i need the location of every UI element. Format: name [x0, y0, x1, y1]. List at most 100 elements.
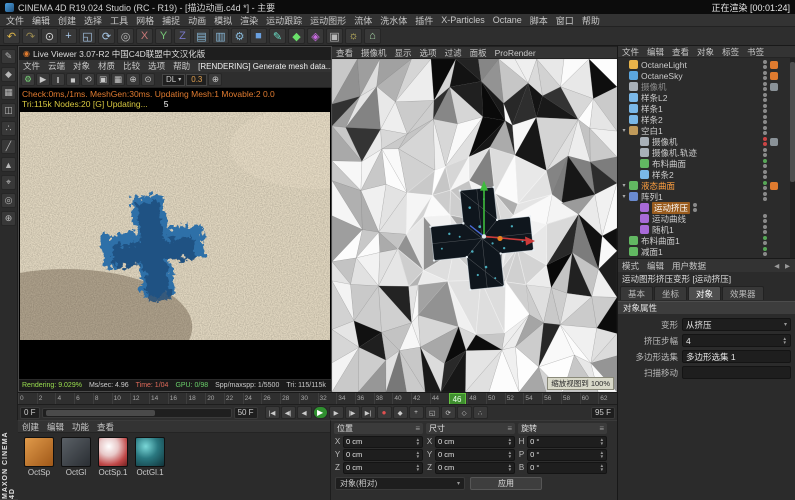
render-settings-icon[interactable]: ⚙ [231, 28, 248, 44]
add-generator-icon[interactable]: ◆ [288, 28, 305, 44]
menu-item[interactable]: 运动图形 [306, 14, 350, 27]
object-tag-icon-2[interactable] [779, 138, 787, 146]
object-row[interactable]: 布料曲面 [618, 158, 795, 169]
editor-dot[interactable] [763, 93, 767, 97]
solo-mode-icon[interactable]: ◎ [1, 193, 16, 208]
autokey-button[interactable]: ◆ [393, 406, 408, 419]
octane-title-bar[interactable]: ◉ Live Viewer 3.07-R2 中国C4D联盟中文汉化版 [19, 47, 331, 60]
object-tag-icon-2[interactable] [779, 237, 787, 245]
editor-dot[interactable] [763, 126, 767, 130]
material-thumbnail[interactable] [98, 437, 128, 467]
spinner-icon[interactable]: ▲▼ [600, 438, 604, 446]
render-dot[interactable] [763, 164, 767, 168]
snap-icon[interactable]: ⊕ [1, 211, 16, 226]
attribute-field[interactable]: 多边形选集 1 ▾ ▲▼ [682, 350, 791, 363]
editor-dot[interactable] [763, 236, 767, 240]
render-dot[interactable] [763, 219, 767, 223]
object-manager-menu-item[interactable]: 书签 [743, 46, 768, 58]
material-thumbnail[interactable] [135, 437, 165, 467]
object-tag-icon-2[interactable] [779, 105, 787, 113]
viewport-menu-item[interactable]: 摄像机 [357, 47, 391, 59]
render-dot[interactable] [763, 230, 767, 234]
expand-toggle-icon[interactable]: ▾ [620, 193, 628, 200]
settings-icon[interactable]: ⚙ [21, 73, 35, 86]
texture-mode-icon[interactable]: ▦ [1, 85, 16, 100]
menu-item[interactable]: 捕捉 [158, 14, 184, 27]
viewport-menu-item[interactable]: 显示 [391, 47, 416, 59]
redo-icon[interactable]: ↷ [22, 28, 39, 44]
object-row[interactable]: 布料曲面1 [618, 235, 795, 246]
stop-icon[interactable]: ■ [66, 73, 80, 86]
expand-toggle-icon[interactable]: ▾ [620, 182, 628, 189]
menu-item[interactable]: 选择 [80, 14, 106, 27]
visibility-dots[interactable] [763, 126, 767, 135]
object-label[interactable]: 减面1 [641, 246, 760, 258]
octane-menu-item[interactable]: 比较 [119, 60, 144, 72]
object-row[interactable]: 样条L2 [618, 92, 795, 103]
tree-scrollbar-thumb[interactable] [790, 62, 795, 182]
dl-dropdown[interactable]: DL▾ [162, 74, 185, 86]
play-icon[interactable]: ▶ [36, 73, 50, 86]
render-dot[interactable] [763, 175, 767, 179]
object-manager-menu-item[interactable]: 编辑 [643, 46, 668, 58]
object-tag-icon[interactable] [770, 72, 778, 80]
points-mode-icon[interactable]: ∴ [1, 121, 16, 136]
octane-menu-item[interactable]: 文件 [19, 60, 44, 72]
object-tag-icon[interactable] [770, 160, 778, 168]
menu-item[interactable]: 脚本 [526, 14, 552, 27]
spinner-icon[interactable]: ▲▼ [600, 451, 604, 459]
keyframe-selection-button[interactable]: ∴ [473, 406, 488, 419]
menu-item[interactable]: 帮助 [578, 14, 604, 27]
object-label[interactable]: 阵列1 [641, 191, 760, 203]
restart-icon[interactable]: ⟲ [81, 73, 95, 86]
octane-menu-item[interactable]: 选项 [144, 60, 169, 72]
object-row[interactable]: 样条1 [618, 103, 795, 114]
preview-range-slider[interactable] [42, 408, 232, 418]
coordinate-field[interactable]: 0 cm▲▼ [435, 449, 515, 461]
visibility-dots[interactable] [763, 137, 767, 146]
object-tag-icon-2[interactable] [779, 116, 787, 124]
editor-dot[interactable] [763, 247, 767, 251]
render-dot[interactable] [763, 98, 767, 102]
octane-menu-item[interactable]: 帮助 [169, 60, 194, 72]
spinner-icon[interactable]: ▲▼ [416, 451, 420, 459]
object-tag-icon-2[interactable] [779, 160, 787, 168]
render-dot[interactable] [693, 208, 697, 212]
editor-dot[interactable] [763, 82, 767, 86]
range-slider-handle[interactable] [46, 410, 155, 416]
add-light-icon[interactable]: ☼ [345, 28, 362, 44]
focus-pick-icon[interactable]: ⊕ [126, 73, 140, 86]
spinner-icon[interactable]: ▲▼ [600, 464, 604, 472]
timeline-ruler[interactable]: 0246810121416182022242628303234363840424… [18, 392, 617, 404]
object-row[interactable]: 摄像机.轨迹 [618, 147, 795, 158]
object-manager-menu-item[interactable]: 对象 [693, 46, 718, 58]
attribute-mode-tab[interactable]: 编辑 [643, 260, 668, 272]
max-frame-field[interactable]: 95 F [591, 407, 615, 419]
object-manager-menu-item[interactable]: 标签 [718, 46, 743, 58]
material-thumbnail[interactable] [24, 437, 54, 467]
spinner-icon[interactable]: ▲▼ [416, 464, 420, 472]
spinner-icon[interactable]: ▲▼ [508, 464, 512, 472]
play-button[interactable]: ▶ [313, 406, 328, 419]
render-picture-icon[interactable]: ▥ [212, 28, 229, 44]
live-selection-icon[interactable]: ⊙ [41, 28, 58, 44]
object-manager-menu-item[interactable]: 文件 [618, 46, 643, 58]
viewport-menu-item[interactable]: 查看 [332, 47, 357, 59]
menu-item[interactable]: 模拟 [210, 14, 236, 27]
editor-dot[interactable] [763, 159, 767, 163]
attribute-field[interactable]: 从挤压 ▾ ▲▼ [682, 318, 791, 331]
visibility-dots[interactable] [763, 225, 767, 234]
object-row[interactable]: 摄像机 [618, 136, 795, 147]
pause-icon[interactable]: ‖ [51, 73, 65, 86]
object-row[interactable]: 运动挤压 [618, 202, 795, 213]
record-position-button[interactable]: + [409, 406, 424, 419]
visibility-dots[interactable] [763, 192, 767, 201]
octane-render-view[interactable] [19, 110, 331, 379]
coordinate-field[interactable]: 0 °▲▼ [527, 436, 607, 448]
octane-menu-item[interactable]: 云端 [44, 60, 69, 72]
coordinate-field[interactable]: 0 cm▲▼ [343, 436, 423, 448]
object-tag-icon-2[interactable] [779, 182, 787, 190]
visibility-dots[interactable] [763, 247, 767, 256]
object-tag-icon-2[interactable] [779, 83, 787, 91]
menu-item[interactable]: 插件 [411, 14, 437, 27]
